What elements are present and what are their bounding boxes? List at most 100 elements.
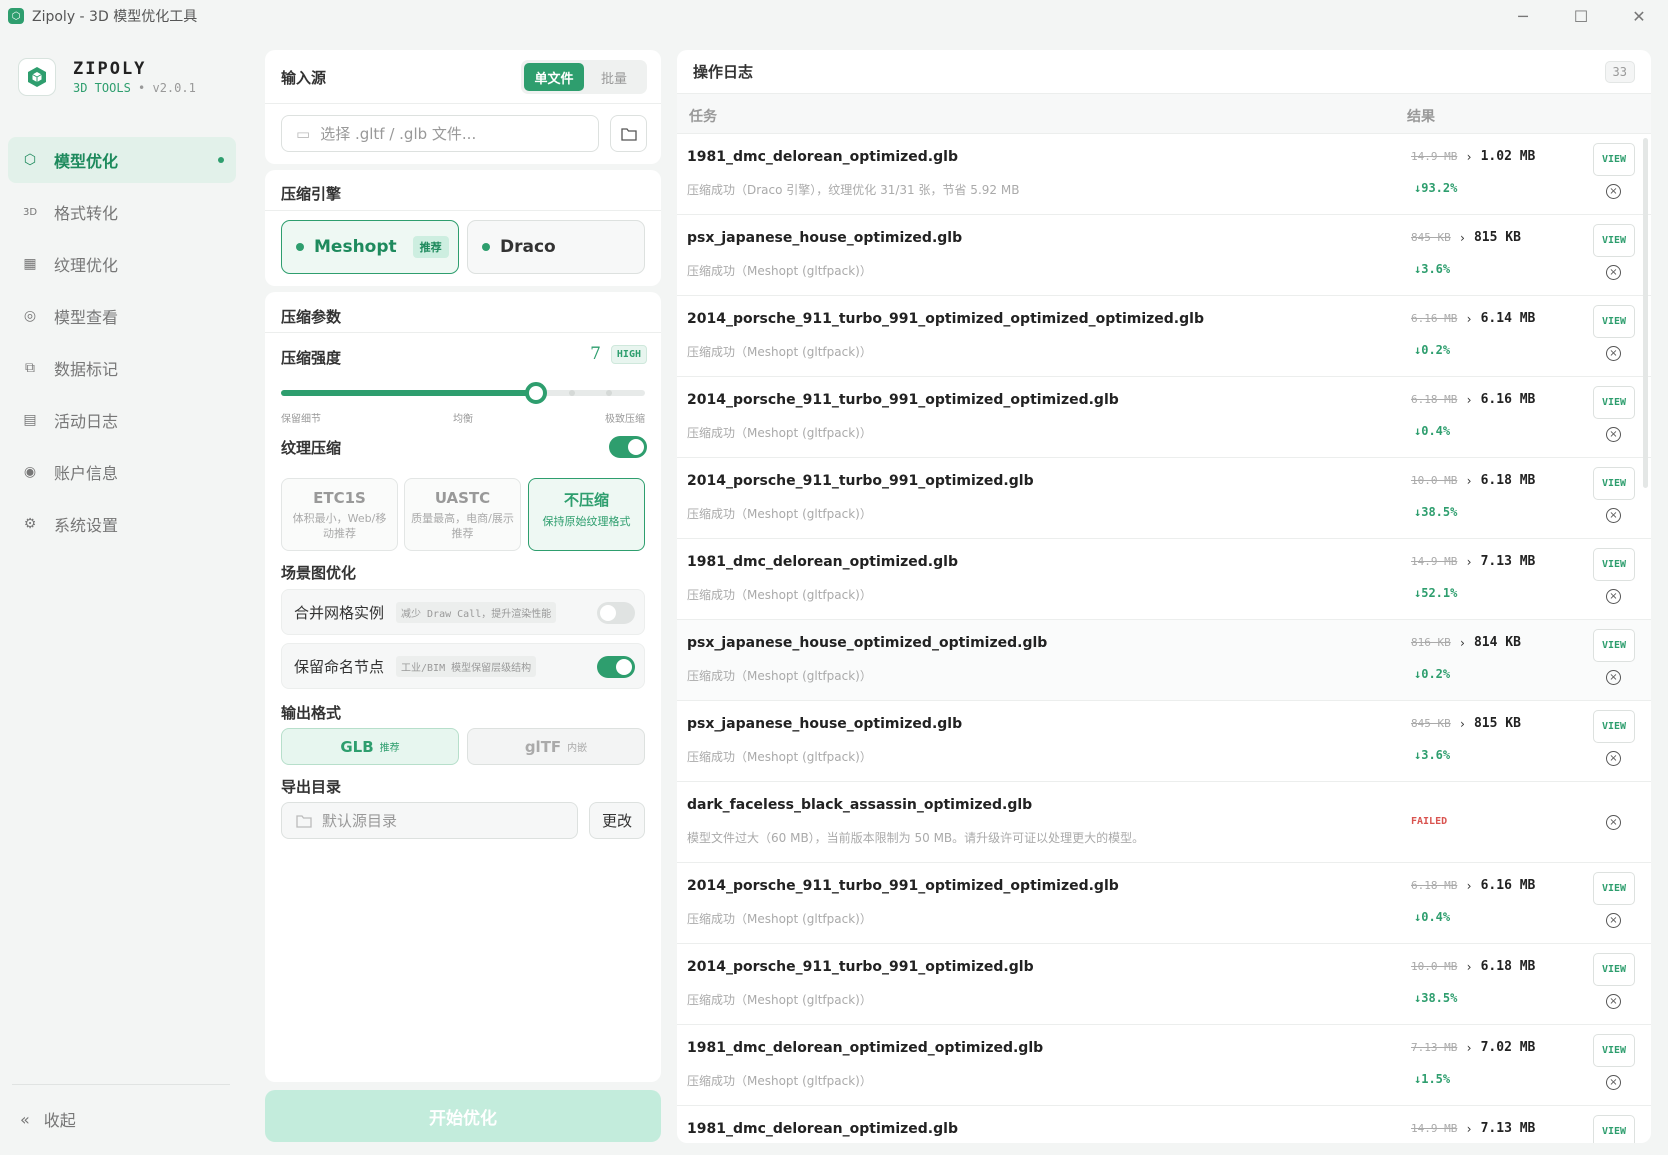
format-glb-tag: 推荐 xyxy=(379,743,400,754)
new-size: 6.18 MB xyxy=(1480,473,1536,488)
mode-batch-button[interactable]: 批量 xyxy=(584,63,644,91)
remove-circle-icon[interactable]: × xyxy=(1606,508,1621,523)
gear-icon: ⚙ xyxy=(23,516,37,532)
engine-title: 压缩引擎 xyxy=(281,185,342,203)
old-size: 845 KB xyxy=(1411,231,1451,244)
format-glb-option[interactable]: GLB 推荐 xyxy=(281,728,459,765)
sidebar-item-3[interactable]: ◎ 模型查看 xyxy=(8,293,236,339)
minimize-button[interactable]: ─ xyxy=(1494,0,1552,32)
maximize-button[interactable]: ☐ xyxy=(1552,0,1610,32)
remove-circle-icon[interactable]: × xyxy=(1606,427,1621,442)
view-button[interactable]: VIEW xyxy=(1593,629,1635,662)
old-size: 6.18 MB xyxy=(1411,393,1458,406)
logo-icon xyxy=(18,58,56,96)
reduction-percent: ↓0.2% xyxy=(1414,667,1451,681)
texture-toggle[interactable] xyxy=(609,436,647,458)
view-button[interactable]: VIEW xyxy=(1593,710,1635,743)
view-button[interactable]: VIEW xyxy=(1593,1115,1635,1143)
engine-panel: 压缩引擎 Meshopt 推荐 Draco xyxy=(265,170,661,286)
log-row: psx_japanese_house_optimized.glb 压缩成功（Mes… xyxy=(677,215,1651,296)
remove-circle-icon[interactable]: × xyxy=(1606,815,1621,830)
view-button[interactable]: VIEW xyxy=(1593,548,1635,581)
double-chevron-left-icon: « xyxy=(20,1109,30,1129)
sidebar-item-5[interactable]: ▤ 活动日志 xyxy=(8,397,236,443)
sidebar-item-6[interactable]: ◉ 账户信息 xyxy=(8,449,236,495)
close-window-button[interactable]: ✕ xyxy=(1610,0,1668,32)
remove-circle-icon[interactable]: × xyxy=(1606,589,1621,604)
tex-option-etc1s[interactable]: ETC1S 体积最小，Web/移动推荐 xyxy=(281,478,398,551)
remove-circle-icon[interactable]: × xyxy=(1606,670,1621,685)
view-button[interactable]: VIEW xyxy=(1593,467,1635,500)
old-size: 6.18 MB xyxy=(1411,879,1458,892)
view-button[interactable]: VIEW xyxy=(1593,953,1635,986)
old-size: 845 KB xyxy=(1411,717,1451,730)
user-icon: ◉ xyxy=(23,464,37,480)
sidebar-item-7[interactable]: ⚙ 系统设置 xyxy=(8,501,236,547)
chevron-right-icon: › xyxy=(1465,473,1473,488)
sidebar-item-label: 活动日志 xyxy=(54,412,119,431)
log-description: 压缩成功（Meshopt (gltfpack)） xyxy=(687,750,872,764)
sidebar-nav: ⬡ 模型优化 3D 格式转化 ▦ 纹理优化 ◎ 模型查看 ⧉ 数据标记 ▤ 活动日志 ◉ 账户信息 ⚙ 系统设… xyxy=(8,137,236,553)
engine-meshopt-option[interactable]: Meshopt 推荐 xyxy=(281,220,459,274)
tex-option-none[interactable]: 不压缩 保持原始纹理格式 xyxy=(528,478,645,551)
engine-draco-label: Draco xyxy=(500,237,556,257)
change-dir-button[interactable]: 更改 xyxy=(589,802,645,839)
sidebar-item-4[interactable]: ⧉ 数据标记 xyxy=(8,345,236,391)
merge-mesh-label: 合并网格实例 xyxy=(294,603,385,622)
remove-circle-icon[interactable]: × xyxy=(1606,265,1621,280)
new-size: 815 KB xyxy=(1473,716,1521,731)
log-description: 压缩成功（Meshopt (gltfpack)） xyxy=(687,345,872,359)
collapse-button[interactable]: « 收起 xyxy=(12,1084,230,1131)
mode-single-button[interactable]: 单文件 xyxy=(524,63,584,91)
engine-meshopt-label: Meshopt xyxy=(314,237,397,257)
strength-slider-fill xyxy=(281,390,536,396)
output-dir-input[interactable]: 默认源目录 xyxy=(281,802,578,839)
remove-circle-icon[interactable]: × xyxy=(1606,994,1621,1009)
meshopt-dot-icon xyxy=(296,243,304,251)
app-icon: ⬡ xyxy=(8,8,24,24)
remove-circle-icon[interactable]: × xyxy=(1606,346,1621,361)
sidebar-item-0[interactable]: ⬡ 模型优化 xyxy=(8,137,236,183)
remove-circle-icon[interactable]: × xyxy=(1606,913,1621,928)
view-button[interactable]: VIEW xyxy=(1593,143,1635,176)
log-panel: 操作日志 33 任务 结果 1981_dmc_delorean_optimize… xyxy=(677,50,1651,1143)
start-optimize-button[interactable]: 开始优化 xyxy=(265,1090,661,1142)
browse-folder-button[interactable] xyxy=(610,115,647,152)
tex-option-name: 不压缩 xyxy=(563,491,609,509)
strength-slider-thumb[interactable] xyxy=(524,382,547,404)
sidebar-item-1[interactable]: 3D 格式转化 xyxy=(8,189,236,235)
remove-circle-icon[interactable]: × xyxy=(1606,751,1621,766)
sidebar-item-label: 格式转化 xyxy=(54,204,119,223)
remove-circle-icon[interactable]: × xyxy=(1606,184,1621,199)
reduction-percent: ↓38.5% xyxy=(1414,505,1458,519)
format-gltf-option[interactable]: glTF 内嵌 xyxy=(467,728,645,765)
view-button[interactable]: VIEW xyxy=(1593,872,1635,905)
remove-circle-icon[interactable]: × xyxy=(1606,1075,1621,1090)
engine-draco-option[interactable]: Draco xyxy=(467,220,645,274)
log-row: psx_japanese_house_optimized.glb 压缩成功（Mes… xyxy=(677,701,1651,782)
brand-version: • v2.0.1 xyxy=(138,81,196,95)
view-button[interactable]: VIEW xyxy=(1593,1034,1635,1067)
chevron-right-icon: › xyxy=(1465,149,1473,164)
file-icon: ▭ xyxy=(296,124,311,143)
log-scrollbar[interactable] xyxy=(1643,138,1648,488)
keep-nodes-toggle[interactable] xyxy=(597,656,635,678)
log-row: 1981_dmc_delorean_optimized.glb 14.9 MB › 7… xyxy=(677,1106,1651,1143)
new-size: 6.18 MB xyxy=(1480,959,1536,974)
file-input[interactable]: ▭ 选择 .gltf / .glb 文件... xyxy=(281,115,599,152)
merge-mesh-toggle[interactable] xyxy=(597,602,635,624)
view-button[interactable]: VIEW xyxy=(1593,386,1635,419)
log-row: psx_japanese_house_optimized_optimized.g… xyxy=(677,620,1651,701)
strength-slider[interactable] xyxy=(281,382,645,404)
sidebar-item-2[interactable]: ▦ 纹理优化 xyxy=(8,241,236,287)
new-size: 7.13 MB xyxy=(1480,1121,1536,1136)
chevron-right-icon: › xyxy=(1458,635,1466,650)
view-button[interactable]: VIEW xyxy=(1593,224,1635,257)
view-button[interactable]: VIEW xyxy=(1593,305,1635,338)
chevron-right-icon: › xyxy=(1465,959,1473,974)
log-row: 1981_dmc_delorean_optimized.glb 压缩成功（Mesh… xyxy=(677,539,1651,620)
tex-option-name: ETC1S xyxy=(313,489,366,507)
tex-option-uastc[interactable]: UASTC 质量最高，电商/展示推荐 xyxy=(404,478,521,551)
strength-level-badge: HIGH xyxy=(610,344,647,364)
title-bar: ⬡ Zipoly - 3D 模型优化工具 ─ ☐ ✕ xyxy=(0,0,1668,32)
